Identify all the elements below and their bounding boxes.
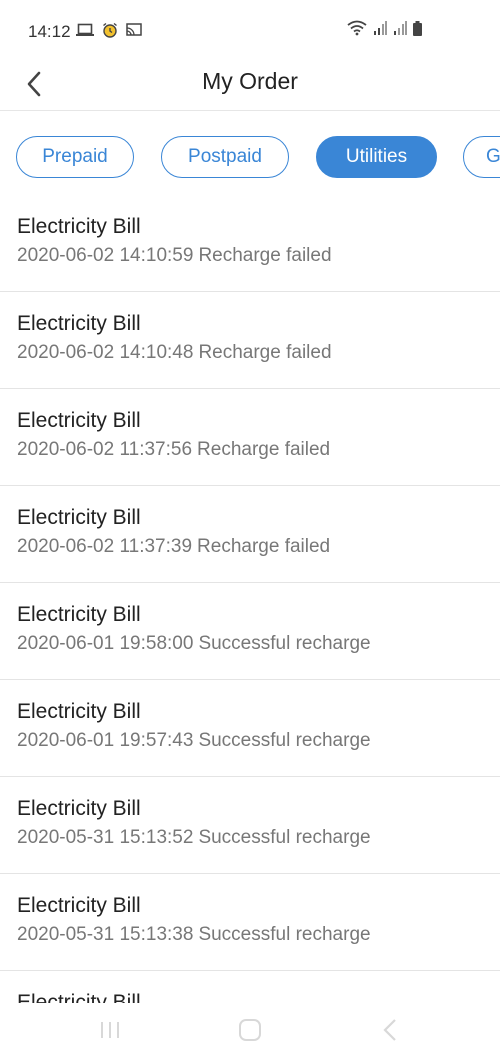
order-status: Successful recharge	[198, 924, 371, 945]
back-icon	[383, 1019, 396, 1041]
tab-utilities[interactable]: Utilities	[316, 136, 437, 178]
order-meta: 2020-06-02 11:37:39 Recharge failed	[17, 536, 500, 558]
alarm-icon	[102, 22, 118, 43]
order-title: Electricity Bill	[17, 409, 141, 432]
order-datetime: 2020-06-02 14:10:48	[17, 342, 194, 363]
order-meta: 2020-06-01 19:58:00 Successful recharge	[17, 633, 500, 655]
order-datetime: 2020-06-01 19:58:00	[17, 633, 194, 654]
order-datetime: 2020-06-02 11:37:56	[17, 439, 193, 460]
order-datetime: 2020-05-31 15:13:52	[17, 827, 194, 848]
wifi-icon	[347, 20, 367, 41]
order-title: Electricity Bill	[17, 894, 141, 917]
order-meta: 2020-06-02 14:10:48 Recharge failed	[17, 342, 500, 364]
signal-icon	[373, 21, 387, 40]
laptop-icon	[76, 23, 94, 42]
order-datetime: 2020-06-02 14:10:59	[17, 245, 194, 266]
order-title: Electricity Bill	[17, 506, 141, 529]
order-item[interactable]: Electricity Bill 2020-06-01 19:57:43 Succ…	[0, 680, 500, 777]
order-status: Successful recharge	[198, 730, 371, 751]
order-title: Electricity Bill	[17, 215, 141, 238]
order-item[interactable]: Electricity Bill 2020-06-02 11:37:56 Rech…	[0, 389, 500, 486]
recent-apps-button[interactable]	[90, 1015, 130, 1045]
cast-icon	[126, 23, 142, 42]
order-list: Electricity Bill 2020-06-02 14:10:59 Rech…	[0, 195, 500, 1003]
page-title: My Order	[202, 68, 298, 94]
order-status: Successful recharge	[198, 827, 371, 848]
order-status: Recharge failed	[198, 342, 332, 363]
recent-apps-icon	[101, 1022, 119, 1038]
order-item[interactable]: Electricity Bill 2020-05-31 15:13:52 Succ…	[0, 777, 500, 874]
order-meta: 2020-05-31 15:13:52 Successful recharge	[17, 827, 500, 849]
order-title: Electricity Bill	[17, 797, 141, 820]
home-icon	[239, 1019, 261, 1041]
system-nav-bar	[0, 1003, 500, 1056]
order-status: Recharge failed	[197, 536, 331, 557]
order-meta: 2020-06-02 11:37:56 Recharge failed	[17, 439, 500, 461]
status-left-icons	[76, 22, 142, 43]
app-header: My Order	[0, 62, 500, 111]
order-title: Electricity Bill	[17, 312, 141, 335]
order-item[interactable]: Electricity Bill	[0, 971, 500, 1003]
order-status: Recharge failed	[198, 245, 332, 266]
order-title: Electricity Bill	[17, 603, 141, 626]
order-item[interactable]: Electricity Bill 2020-06-02 14:10:59 Rech…	[0, 195, 500, 292]
order-datetime: 2020-06-02 11:37:39	[17, 536, 193, 557]
battery-icon	[413, 20, 422, 41]
order-item[interactable]: Electricity Bill 2020-06-01 19:58:00 Succ…	[0, 583, 500, 680]
status-time: 14:12	[28, 22, 71, 41]
home-button[interactable]	[230, 1015, 270, 1045]
order-item[interactable]: Electricity Bill 2020-05-31 15:13:38 Succ…	[0, 874, 500, 971]
order-datetime: 2020-05-31 15:13:38	[17, 924, 194, 945]
order-status: Recharge failed	[197, 439, 331, 460]
tab-postpaid[interactable]: Postpaid	[161, 136, 289, 178]
order-item[interactable]: Electricity Bill 2020-06-02 11:37:39 Rech…	[0, 486, 500, 583]
tab-more[interactable]: G	[463, 136, 500, 178]
order-item[interactable]: Electricity Bill 2020-06-02 14:10:48 Rech…	[0, 292, 500, 389]
tab-prepaid[interactable]: Prepaid	[16, 136, 134, 178]
order-datetime: 2020-06-01 19:57:43	[17, 730, 194, 751]
category-tabs: Prepaid Postpaid Utilities G	[0, 136, 500, 182]
status-bar: 14:12	[0, 0, 500, 62]
signal-icon	[393, 21, 407, 40]
order-meta: 2020-06-01 19:57:43 Successful recharge	[17, 730, 500, 752]
nav-back-button[interactable]	[370, 1015, 410, 1045]
order-title: Electricity Bill	[17, 991, 141, 1003]
order-status: Successful recharge	[198, 633, 371, 654]
order-meta: 2020-06-02 14:10:59 Recharge failed	[17, 245, 500, 267]
order-meta: 2020-05-31 15:13:38 Successful recharge	[17, 924, 500, 946]
status-right-icons	[347, 20, 422, 41]
order-title: Electricity Bill	[17, 700, 141, 723]
